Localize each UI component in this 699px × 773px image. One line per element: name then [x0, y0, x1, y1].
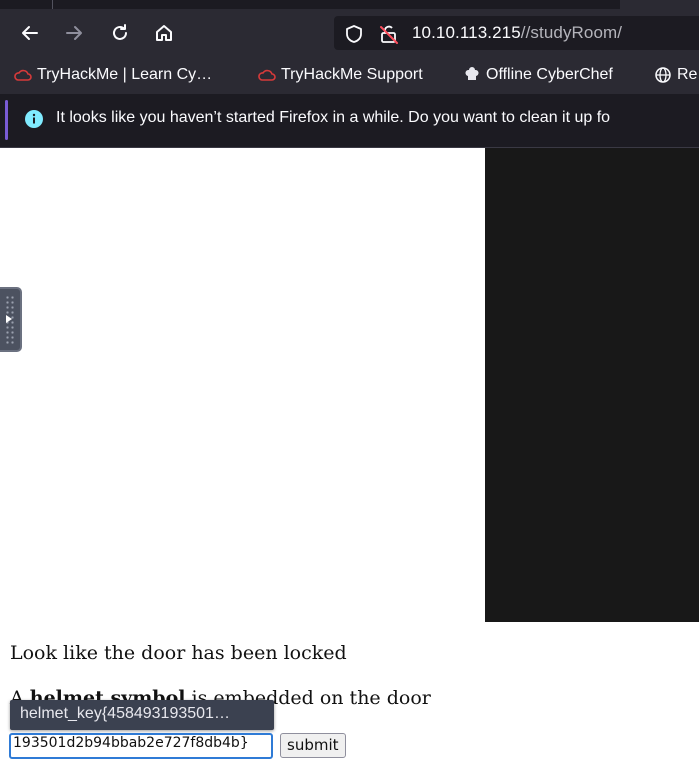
insecure-lock-icon[interactable]	[378, 23, 400, 45]
home-icon	[156, 25, 172, 41]
notification-message: It looks like you haven’t started Firefo…	[56, 109, 611, 126]
tab-strip-end	[620, 0, 699, 9]
chef-hat-icon	[463, 66, 481, 84]
bookmark-label: Offline CyberChef	[486, 66, 613, 83]
bookmark-label: Re	[677, 66, 698, 83]
back-button[interactable]	[14, 17, 46, 49]
autocomplete-suggestion[interactable]: helmet_key{458493193501…	[10, 700, 274, 730]
info-icon	[25, 110, 43, 128]
bookmarks-toolbar: TryHackMe | Learn Cy… TryHackMe Support …	[0, 56, 699, 94]
bookmark-tryhackme-support[interactable]: TryHackMe Support	[258, 65, 423, 85]
notification-bar: It looks like you haven’t started Firefo…	[0, 94, 699, 148]
tab-divider	[52, 0, 53, 9]
url-host: 10.10.113.215	[412, 23, 521, 42]
key-input-value: 193501d2b94bbab2e727f8db4b}	[13, 735, 249, 751]
bookmark-offline-cyberchef[interactable]: Offline CyberChef	[463, 65, 613, 85]
autocomplete-text: helmet_key{458493193501…	[20, 705, 230, 722]
expand-arrow-icon	[6, 315, 12, 323]
bookmark-label: TryHackMe Support	[281, 66, 423, 83]
bookmark-tryhackme-learn[interactable]: TryHackMe | Learn Cy…	[14, 65, 212, 85]
notification-accent	[5, 100, 8, 140]
door-image	[485, 148, 699, 622]
url-bar[interactable]: 10.10.113.215//studyRoom/	[334, 16, 699, 50]
reload-button[interactable]	[104, 17, 136, 49]
key-input-field[interactable]: 193501d2b94bbab2e727f8db4b}	[9, 733, 273, 759]
thm-cloud-icon	[258, 66, 276, 84]
url-path: //studyRoom/	[520, 23, 623, 42]
bookmark-label: TryHackMe | Learn Cy…	[37, 66, 213, 83]
page-content: Look like the door has been locked A hel…	[0, 148, 699, 773]
home-button[interactable]	[148, 17, 180, 49]
globe-icon	[654, 66, 672, 84]
forward-button[interactable]	[58, 17, 90, 49]
reload-icon	[113, 24, 127, 40]
back-arrow-icon	[22, 26, 38, 40]
sidebar-toggle-handle[interactable]	[0, 287, 22, 352]
navigation-toolbar: 10.10.113.215//studyRoom/	[0, 9, 699, 56]
door-locked-text: Look like the door has been locked	[10, 642, 347, 664]
tracking-shield-icon[interactable]	[344, 24, 364, 44]
bookmark-re[interactable]: Re	[654, 65, 697, 85]
forward-arrow-icon	[66, 26, 82, 40]
url-text[interactable]: 10.10.113.215//studyRoom/	[412, 23, 622, 43]
tab-strip	[0, 0, 699, 9]
thm-cloud-icon	[14, 66, 32, 84]
submit-button[interactable]: submit	[280, 733, 346, 758]
